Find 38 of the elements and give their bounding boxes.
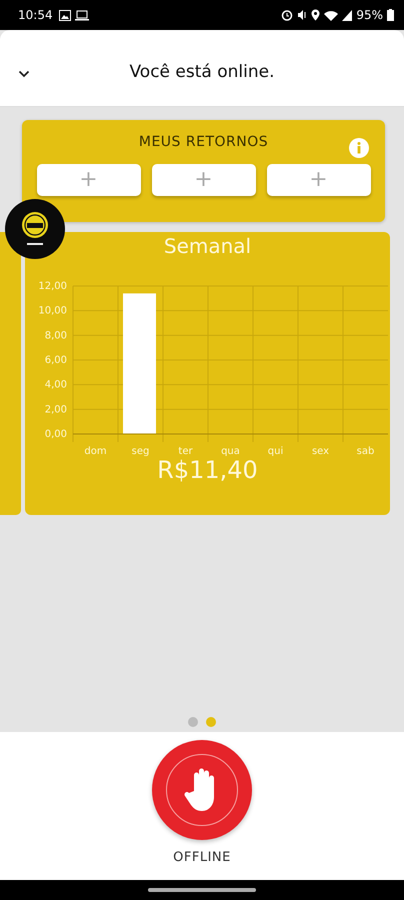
returns-title: MEUS RETORNOS — [138, 134, 268, 150]
x-tick-label: seg — [132, 446, 150, 456]
location-icon — [311, 9, 320, 21]
weekly-title: Semanal — [164, 234, 252, 258]
laptop-icon — [74, 10, 89, 20]
x-tick-label: ter — [178, 446, 193, 456]
y-tick-label: 4,00 — [44, 380, 67, 391]
page-dot[interactable] — [206, 717, 216, 727]
mute-icon — [297, 9, 308, 21]
chevron-down-icon[interactable] — [18, 70, 30, 78]
info-icon[interactable] — [349, 138, 369, 158]
home-handle[interactable] — [148, 888, 256, 892]
y-tick-label: 12,00 — [38, 281, 67, 292]
x-tick-label: qui — [268, 446, 284, 456]
signal-icon — [342, 10, 352, 20]
battery-level: 95% — [356, 8, 383, 22]
logo-badge-icon — [5, 199, 65, 259]
status-title: Você está online. — [128, 61, 276, 82]
page-dot[interactable] — [188, 717, 198, 727]
add-slot-button[interactable]: + — [266, 164, 370, 196]
alarm-icon — [281, 9, 294, 21]
weekly-total: R$11,40 — [157, 456, 258, 484]
y-tick-label: 0,00 — [44, 429, 67, 440]
x-tick-label: sab — [356, 446, 374, 456]
y-tick-label: 10,00 — [38, 306, 67, 317]
y-tick-label: 6,00 — [44, 355, 67, 366]
clock-time: 10:54 — [18, 8, 53, 22]
image-icon — [58, 10, 71, 20]
offline-label: OFFLINE — [173, 850, 231, 865]
y-tick-label: 2,00 — [44, 404, 67, 416]
x-tick-label: dom — [84, 446, 107, 456]
add-slot-button[interactable]: + — [36, 164, 140, 196]
add-slot-button[interactable]: + — [152, 164, 256, 196]
x-tick-label: qua — [221, 446, 240, 456]
y-tick-label: 8,00 — [44, 330, 67, 342]
x-tick-label: sex — [312, 446, 330, 456]
wifi-icon — [324, 10, 338, 20]
battery-icon — [387, 9, 394, 21]
